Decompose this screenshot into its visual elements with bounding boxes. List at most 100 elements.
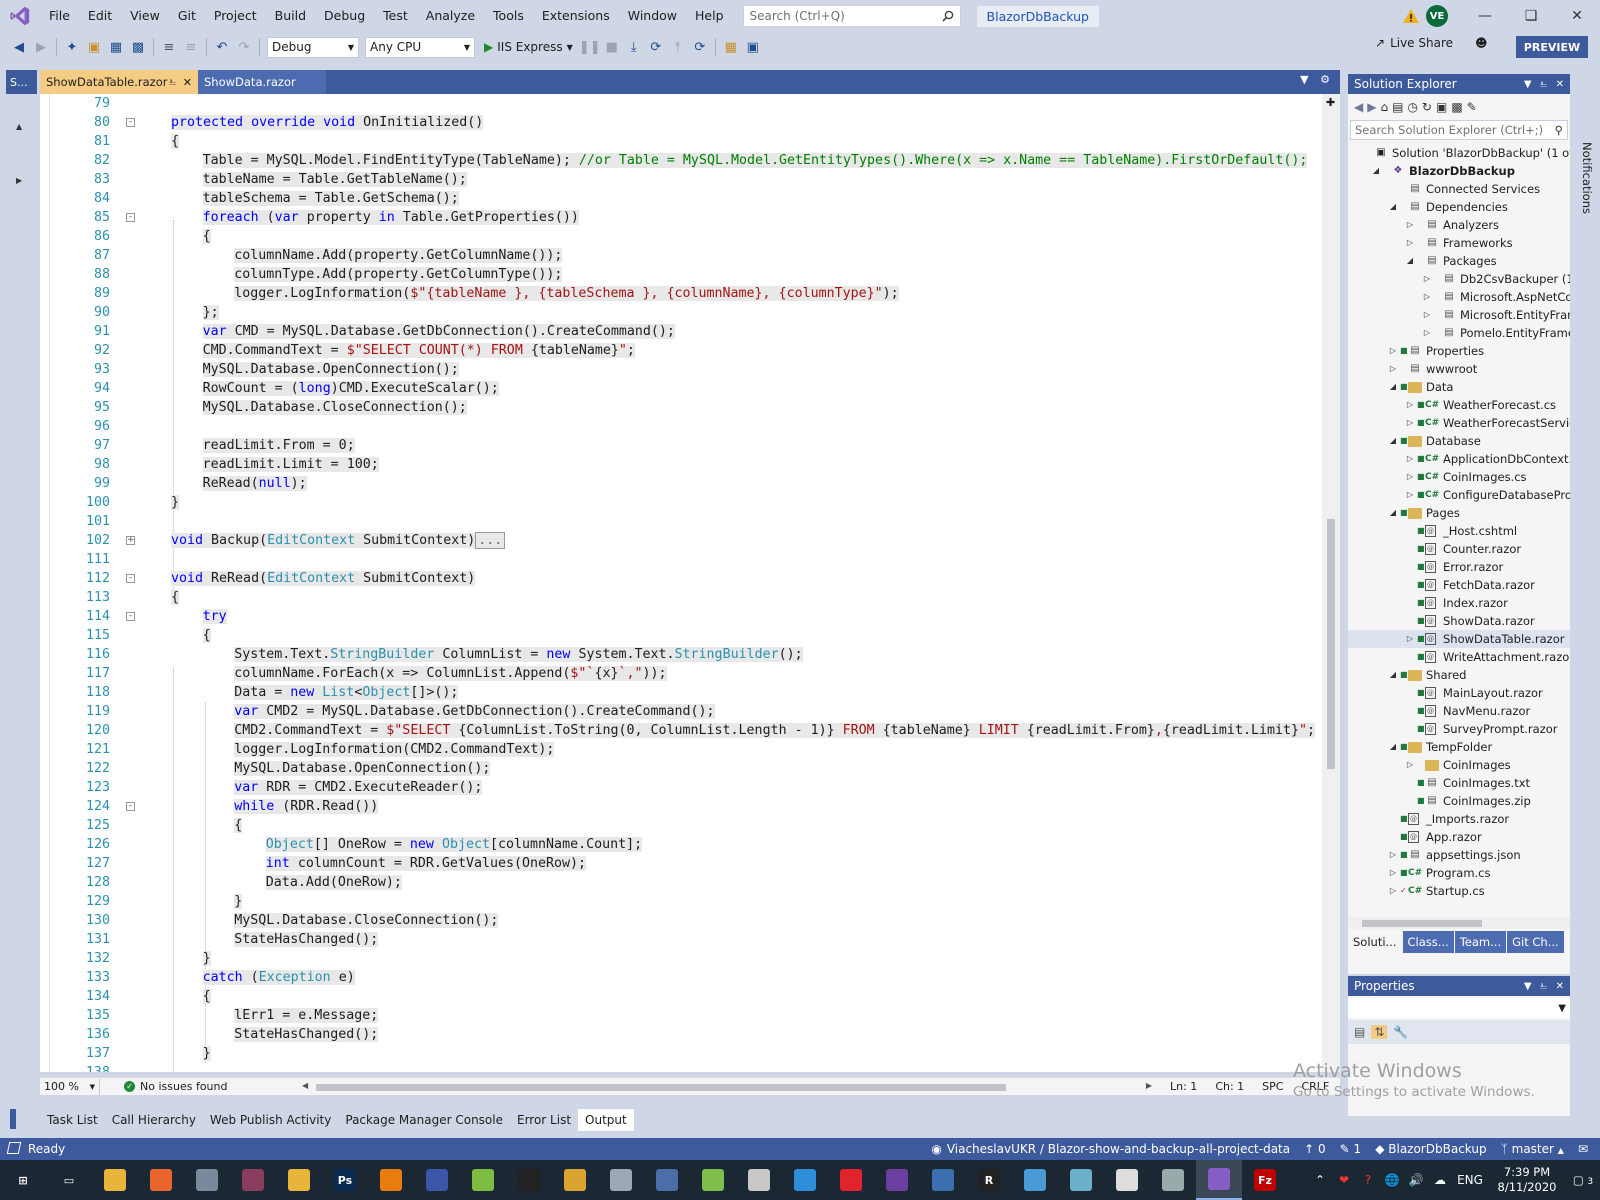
taskbar-app-16[interactable] xyxy=(736,1160,782,1200)
menu-file[interactable]: File xyxy=(40,0,79,32)
restore-button[interactable]: ❏ xyxy=(1508,0,1554,32)
tree-item[interactable]: ▷ ▤ Frameworks xyxy=(1348,234,1570,252)
editor-scroll-thumb[interactable] xyxy=(1327,519,1335,769)
tree-item[interactable]: ▷ ▤ Microsoft.EntityFrame xyxy=(1348,306,1570,324)
scroll-left-icon[interactable]: ◀ xyxy=(302,1081,308,1090)
undo-button[interactable]: ↶ xyxy=(211,36,233,58)
code-line[interactable]: 84 tableSchema = Table.GetSchema(); xyxy=(40,189,1314,208)
navigate-forward-button[interactable]: ▶ xyxy=(30,36,52,58)
collapsed-chevron-icon[interactable]: ▷ xyxy=(1388,882,1398,900)
taskbar-firefox[interactable] xyxy=(138,1160,184,1200)
tree-item[interactable]: ■ @ MainLayout.razor xyxy=(1348,684,1570,702)
taskbar-blender[interactable] xyxy=(368,1160,414,1200)
tree-item[interactable]: ▷ ▤ Microsoft.AspNetCore xyxy=(1348,288,1570,306)
notification-bell-icon[interactable]: ✉ xyxy=(1578,1142,1588,1156)
taskbar-visual-studio[interactable] xyxy=(1196,1160,1242,1200)
tree-item[interactable]: ▤ Connected Services xyxy=(1348,180,1570,198)
redo-button[interactable]: ↷ xyxy=(233,36,255,58)
menu-view[interactable]: View xyxy=(121,0,169,32)
tree-item[interactable]: ▷ ■ @ ShowDataTable.razor xyxy=(1348,630,1570,648)
code-line[interactable]: 131 StateHasChanged(); xyxy=(40,930,1314,949)
preview-badge[interactable]: PREVIEW xyxy=(1516,36,1588,58)
code-line[interactable]: 79 xyxy=(40,94,1314,113)
notifications-tab[interactable]: Notifications xyxy=(1580,142,1594,214)
stop-button[interactable]: ■ xyxy=(601,36,623,58)
close-panel-icon[interactable]: ✕ xyxy=(1556,79,1564,90)
taskbar-folder-app[interactable] xyxy=(276,1160,322,1200)
code-line[interactable]: 94 RowCount = (long)CMD.ExecuteScalar(); xyxy=(40,379,1314,398)
code-line[interactable]: 119 var CMD2 = MySQL.Database.GetDbConnec… xyxy=(40,702,1314,721)
close-window-button[interactable]: ✕ xyxy=(1554,0,1600,32)
code-line[interactable]: 121 logger.LogInformation(CMD2.CommandTex… xyxy=(40,740,1314,759)
code-line[interactable]: 136 StateHasChanged(); xyxy=(40,1025,1314,1044)
tree-item[interactable]: ■ @ SurveyPrompt.razor xyxy=(1348,720,1570,738)
code-line[interactable]: 93 MySQL.Database.OpenConnection(); xyxy=(40,360,1314,379)
taskbar-app-24[interactable] xyxy=(1104,1160,1150,1200)
code-line[interactable]: 80 - protected override void OnInitialized… xyxy=(40,113,1314,132)
tool-tab-error-list[interactable]: Error List xyxy=(510,1109,578,1131)
tree-item[interactable]: ◢ ■ TempFolder xyxy=(1348,738,1570,756)
tool-tab-call-hierarchy[interactable]: Call Hierarchy xyxy=(105,1109,203,1131)
editor-horizontal-scrollbar[interactable]: ◀ ▶ xyxy=(302,1081,1152,1093)
tree-item[interactable]: ▷ ■ C# CoinImages.cs xyxy=(1348,468,1570,486)
branch-indicator[interactable]: ᛉ master ▲ xyxy=(1501,1142,1564,1156)
code-line[interactable]: 126 Object[] OneRow = new Object[columnNa… xyxy=(40,835,1314,854)
taskbar-visual-studio-2[interactable] xyxy=(874,1160,920,1200)
collapsed-chevron-icon[interactable]: ▷ xyxy=(1405,396,1415,414)
tree-item[interactable]: ▷ ■ ▤ appsettings.json xyxy=(1348,846,1570,864)
code-line[interactable]: 101 xyxy=(40,512,1314,531)
tab-showdatatable[interactable]: ShowDataTable.razor ⎁ ✕ xyxy=(40,70,198,94)
collapsed-chevron-icon[interactable]: ▷ xyxy=(1388,864,1398,882)
taskbar-terminal[interactable] xyxy=(506,1160,552,1200)
whitespace-indicator[interactable]: SPC xyxy=(1262,1080,1283,1093)
menu-window[interactable]: Window xyxy=(619,0,686,32)
tree-item[interactable]: ◢ ■ Database xyxy=(1348,432,1570,450)
code-line[interactable]: 90}; xyxy=(40,303,1314,322)
code-line[interactable]: 114 - try xyxy=(40,607,1314,626)
code-line[interactable]: 96 xyxy=(40,417,1314,436)
action-center-button[interactable]: ▢ 3 xyxy=(1566,1173,1600,1187)
network-globe-icon[interactable]: 🌐 xyxy=(1380,1173,1404,1187)
code-line[interactable]: 88 columnType.Add(property.GetColumnType(… xyxy=(40,265,1314,284)
code-line[interactable]: 95 MySQL.Database.CloseConnection(); xyxy=(40,398,1314,417)
left-collapsed-panel-tab[interactable]: S... xyxy=(6,70,37,94)
collapsed-chevron-icon[interactable]: ▷ xyxy=(1422,270,1432,288)
help-tray-icon[interactable]: ? xyxy=(1356,1173,1380,1187)
collapsed-chevron-icon[interactable]: ▷ xyxy=(1405,468,1415,486)
tray-app-icon[interactable]: ❤ xyxy=(1332,1173,1356,1187)
tree-item[interactable]: ◢ ■ Pages xyxy=(1348,504,1570,522)
collapsed-chevron-icon[interactable]: ▷ xyxy=(1388,360,1398,378)
platform-dropdown[interactable]: Any CPU ▼ xyxy=(365,36,475,58)
code-line[interactable]: 116 System.Text.StringBuilder ColumnList … xyxy=(40,645,1314,664)
tree-item[interactable]: ■ @ _Host.cshtml xyxy=(1348,522,1570,540)
taskbar-filezilla[interactable]: Fz xyxy=(1242,1160,1288,1200)
tree-item[interactable]: ■ @ FetchData.razor xyxy=(1348,576,1570,594)
explorer-tab[interactable]: Soluti... xyxy=(1348,931,1402,953)
collapse-region-icon[interactable]: - xyxy=(126,802,135,811)
volume-icon[interactable]: 🔊 xyxy=(1404,1173,1428,1187)
code-editor[interactable]: 79 80 - protected override void OnInitializ… xyxy=(40,94,1330,1072)
taskbar-rider[interactable]: R xyxy=(966,1160,1012,1200)
code-line[interactable]: 134 { xyxy=(40,987,1314,1006)
collapsed-chevron-icon[interactable]: ▷ xyxy=(1405,234,1415,252)
code-line[interactable]: 133 catch (Exception e) xyxy=(40,968,1314,987)
close-tab-icon[interactable]: ✕ xyxy=(183,76,192,89)
code-line[interactable]: 127 int columnCount = RDR.GetValues(OneRo… xyxy=(40,854,1314,873)
taskbar-app-17[interactable] xyxy=(782,1160,828,1200)
pin-icon[interactable]: ⎁ xyxy=(1540,981,1548,992)
code-line[interactable]: 86 { xyxy=(40,227,1314,246)
code-line[interactable]: 120 CMD2.CommandText = $"SELECT {ColumnLi… xyxy=(40,721,1316,740)
column-indicator[interactable]: Ch: 1 xyxy=(1215,1080,1244,1093)
alphabetical-icon[interactable]: ⇅ xyxy=(1371,1025,1388,1039)
tree-item[interactable]: ▷■C#ApplicationDbContext.cs xyxy=(1348,450,1570,468)
expand-region-icon[interactable]: + xyxy=(126,536,135,545)
tree-item[interactable]: ■ ▤ CoinImages.txt xyxy=(1348,774,1570,792)
code-line[interactable]: 81 { xyxy=(40,132,1314,151)
tree-item[interactable]: ▷ ▤ Analyzers xyxy=(1348,216,1570,234)
refresh-button[interactable]: ⟳ xyxy=(689,36,711,58)
taskbar-app-14[interactable] xyxy=(644,1160,690,1200)
collapsed-chevron-icon[interactable]: ▷ xyxy=(1405,414,1415,432)
tool-tab-web-publish-activity[interactable]: Web Publish Activity xyxy=(203,1109,338,1131)
tree-item[interactable]: ▷ ▤ Pomelo.EntityFramew xyxy=(1348,324,1570,342)
taskbar-start-button[interactable]: ⊞ xyxy=(0,1160,46,1200)
